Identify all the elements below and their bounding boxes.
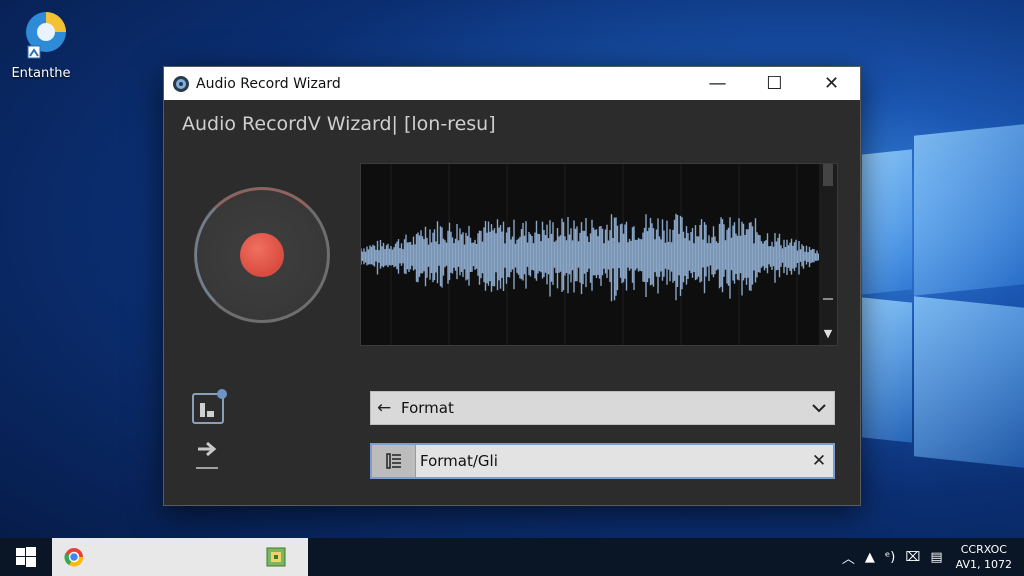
chart-settings-icon[interactable]	[191, 389, 227, 425]
waveform-display: ▼	[360, 163, 838, 346]
app-icon	[173, 75, 189, 92]
waveform-graph	[361, 164, 821, 345]
wallpaper-light-2	[862, 297, 912, 443]
scroll-thumb[interactable]	[823, 164, 833, 186]
wallpaper-light-3	[914, 124, 1024, 296]
chrome-icon[interactable]	[64, 547, 84, 567]
file-manager-icon[interactable]	[266, 547, 286, 567]
tray-chevron-icon[interactable]: ︿	[842, 548, 855, 567]
system-tray: ︿ ▲ ᵉ) ⌧ ▤ CCRXOC AV1, 1072	[837, 538, 1024, 576]
wizard-heading: Audio RecordV Wizard| [lon-resu]	[182, 113, 496, 135]
taskbar-search-area[interactable]	[52, 538, 308, 576]
window-title: Audio Record Wizard	[196, 75, 341, 92]
start-button[interactable]	[0, 538, 52, 576]
tray-volume-icon[interactable]: ᵉ)	[885, 550, 896, 565]
waveform-scrollbar[interactable]: ▼	[819, 164, 837, 345]
document-list-icon	[372, 445, 416, 477]
tray-battery-icon[interactable]: ⌧	[905, 550, 920, 565]
taskbar-clock[interactable]: CCRXOC AV1, 1072	[956, 542, 1012, 572]
windows-logo-icon	[16, 547, 36, 567]
chevron-down-icon	[804, 403, 834, 413]
wallpaper-light-1	[862, 149, 912, 295]
close-button[interactable]: ✕	[803, 67, 860, 100]
clock-line-1: CCRXOC	[960, 543, 1007, 556]
format-dropdown-label: Format	[401, 399, 454, 417]
maximize-button[interactable]: ☐	[746, 67, 803, 100]
clock-line-2: AV1, 1072	[955, 558, 1012, 571]
scroll-down-icon[interactable]: ▼	[819, 325, 837, 343]
back-arrow-icon: ←	[377, 398, 392, 418]
waveform-trace	[361, 213, 821, 302]
tray-keyboard-icon[interactable]: ▤	[930, 550, 942, 565]
title-bar[interactable]: Audio Record Wizard — ☐ ✕	[164, 67, 860, 100]
taskbar: ︿ ▲ ᵉ) ⌧ ▤ CCRXOC AV1, 1072	[0, 538, 1024, 576]
clear-input-button[interactable]: ✕	[805, 451, 833, 471]
desktop-shortcut-label: Entanthe	[11, 66, 71, 81]
record-icon	[240, 233, 284, 277]
format-path-value: Format/Gli	[420, 452, 498, 470]
audio-record-window: Audio Record Wizard — ☐ ✕ Audio RecordV …	[163, 66, 861, 506]
format-path-input[interactable]: Format/Gli ✕	[370, 443, 835, 479]
edge-icon	[20, 8, 66, 60]
minimize-button[interactable]: —	[689, 67, 746, 100]
tray-network-icon[interactable]: ▲	[865, 550, 875, 565]
desktop-shortcut[interactable]: Entanthe	[6, 8, 76, 81]
format-dropdown[interactable]: ← Format	[370, 391, 835, 425]
scroll-marker	[823, 298, 833, 300]
export-arrow-icon[interactable]	[194, 439, 222, 473]
record-button[interactable]	[194, 187, 330, 323]
wallpaper-light-4	[914, 296, 1024, 468]
